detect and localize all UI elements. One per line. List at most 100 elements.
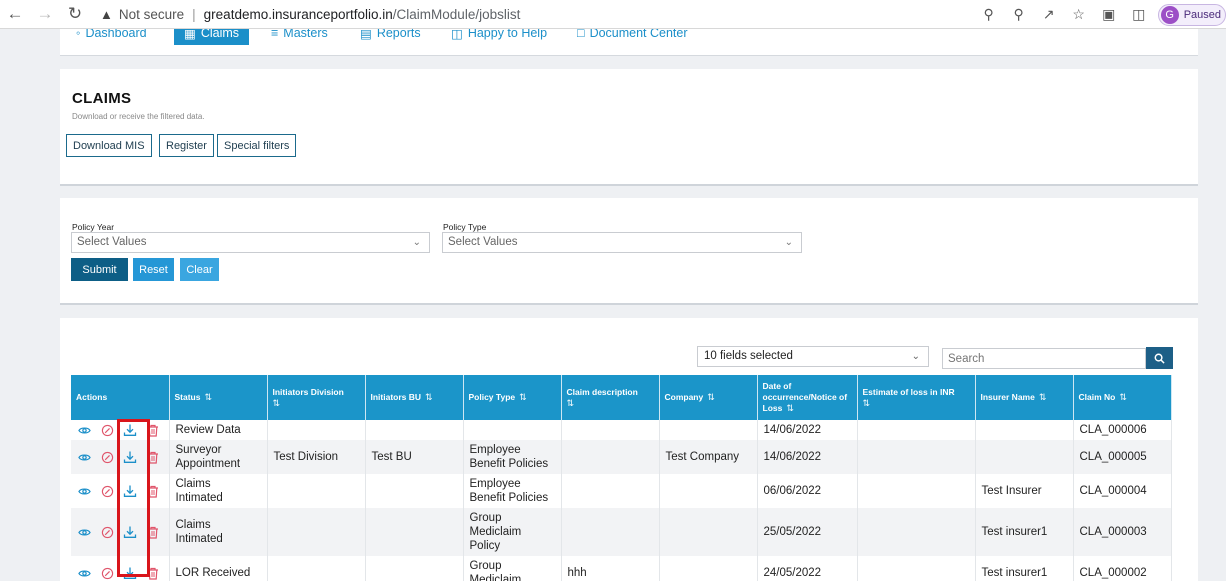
col-policy-type[interactable]: Policy Type ⇅ bbox=[463, 375, 562, 420]
sort-icon: ⇅ bbox=[707, 392, 715, 402]
col-actions: Actions bbox=[71, 375, 170, 420]
cell-claim-no: CLA_000002 bbox=[1073, 556, 1172, 581]
sort-icon: ⇅ bbox=[786, 403, 794, 413]
cell-claim-no: CLA_000005 bbox=[1073, 440, 1172, 474]
nav-happy-to-help[interactable]: ◫ Happy to Help bbox=[451, 29, 547, 45]
cell-insurer: Test insurer1 bbox=[975, 508, 1074, 556]
cell-division bbox=[267, 508, 366, 556]
download-icon[interactable] bbox=[123, 450, 137, 464]
avatar: G bbox=[1160, 5, 1179, 24]
edit-icon[interactable] bbox=[100, 484, 114, 498]
clear-button[interactable]: Clear bbox=[180, 258, 219, 281]
delete-trash-icon[interactable] bbox=[146, 450, 160, 464]
submit-button[interactable]: Submit bbox=[71, 258, 128, 281]
side-panel-icon[interactable]: ◫ bbox=[1124, 0, 1154, 29]
extensions-puzzle-icon[interactable]: ▣ bbox=[1094, 0, 1124, 29]
edit-icon[interactable] bbox=[100, 423, 114, 437]
cell-actions bbox=[71, 474, 170, 508]
search-input[interactable] bbox=[942, 348, 1146, 369]
sort-icon: ⇅ bbox=[425, 392, 433, 402]
col-division[interactable]: Initiators Division ⇅ bbox=[267, 375, 366, 420]
col-bu[interactable]: Initiators BU ⇅ bbox=[365, 375, 464, 420]
download-icon[interactable] bbox=[123, 566, 137, 580]
cell-insurer: Test Insurer bbox=[975, 474, 1074, 508]
masters-icon: ≡ bbox=[271, 29, 279, 40]
col-estimate[interactable]: Estimate of loss in INR ⇅ bbox=[857, 375, 976, 420]
dashboard-icon: ◦ bbox=[76, 29, 81, 40]
address-bar[interactable]: ▲ Not secure | greatdemo.insuranceportfo… bbox=[100, 3, 520, 25]
cell-division bbox=[267, 474, 366, 508]
download-mis-button[interactable]: Download MIS bbox=[66, 134, 152, 157]
chevron-down-icon: ⌄ bbox=[784, 237, 793, 248]
download-icon[interactable] bbox=[123, 525, 137, 539]
nav-claims[interactable]: ▦ Claims bbox=[174, 29, 250, 45]
cell-company bbox=[659, 508, 758, 556]
cell-estimate bbox=[857, 508, 976, 556]
download-icon[interactable] bbox=[123, 423, 137, 437]
nav-masters[interactable]: ≡ Masters bbox=[271, 29, 328, 45]
special-filters-button[interactable]: Special filters bbox=[217, 134, 297, 157]
document-icon: □ bbox=[577, 29, 585, 40]
register-button[interactable]: Register bbox=[159, 134, 214, 157]
cell-division bbox=[267, 556, 366, 581]
page-title: CLAIMS bbox=[72, 90, 132, 107]
cell-bu: Test BU bbox=[365, 440, 464, 474]
cell-claim-no: CLA_000003 bbox=[1073, 508, 1172, 556]
table-row: Claims Intimated Group Mediclaim Policy 25… bbox=[71, 508, 1172, 556]
fields-selector[interactable]: 10 fields selected ⌄ bbox=[697, 346, 929, 367]
cell-actions bbox=[71, 508, 170, 556]
col-claim-description[interactable]: Claim description ⇅ bbox=[561, 375, 660, 420]
share-icon[interactable]: ↗ bbox=[1034, 0, 1064, 29]
sort-icon: ⇅ bbox=[1038, 392, 1047, 402]
key-icon[interactable]: ⚲ bbox=[974, 0, 1004, 29]
edit-icon[interactable] bbox=[100, 566, 114, 580]
cell-insurer bbox=[975, 440, 1074, 474]
view-eye-icon[interactable] bbox=[77, 423, 91, 437]
claims-table-card: 10 fields selected ⌄ Actions Status⇅ Ini… bbox=[60, 318, 1198, 581]
cell-description bbox=[561, 474, 660, 508]
cell-division: Test Division bbox=[267, 440, 366, 474]
cell-date: 14/06/2022 bbox=[757, 420, 858, 440]
delete-trash-icon[interactable] bbox=[146, 484, 160, 498]
view-eye-icon[interactable] bbox=[77, 525, 91, 539]
policy-type-select[interactable]: Select Values ⌄ bbox=[442, 232, 802, 253]
cell-insurer: Test insurer1 bbox=[975, 556, 1074, 581]
profile-status: Paused bbox=[1183, 8, 1221, 21]
view-eye-icon[interactable] bbox=[77, 566, 91, 580]
sort-icon: ⇅ bbox=[566, 397, 575, 408]
delete-trash-icon[interactable] bbox=[146, 525, 160, 539]
cell-status: Review Data bbox=[169, 420, 268, 440]
forward-arrow-icon[interactable]: → bbox=[30, 0, 60, 29]
cell-bu bbox=[365, 420, 464, 440]
col-claim-no[interactable]: Claim No ⇅ bbox=[1073, 375, 1172, 420]
view-eye-icon[interactable] bbox=[77, 450, 91, 464]
nav-dashboard[interactable]: ◦ Dashboard bbox=[76, 29, 147, 45]
cell-insurer bbox=[975, 420, 1074, 440]
edit-icon[interactable] bbox=[100, 525, 114, 539]
sort-icon: ⇅ bbox=[519, 392, 527, 402]
col-company[interactable]: Company ⇅ bbox=[659, 375, 758, 420]
reset-button[interactable]: Reset bbox=[133, 258, 174, 281]
view-eye-icon[interactable] bbox=[77, 484, 91, 498]
bookmark-star-icon[interactable]: ☆ bbox=[1064, 0, 1094, 29]
nav-reports[interactable]: ▤ Reports bbox=[360, 29, 421, 45]
col-date[interactable]: Date of occurrence/Notice of Loss ⇅ bbox=[757, 375, 858, 420]
cell-policy-type: Group Mediclaim bbox=[463, 556, 562, 581]
profile-chip[interactable]: G Paused bbox=[1157, 3, 1226, 26]
cell-date: 24/05/2022 bbox=[757, 556, 858, 581]
nav-document-center[interactable]: □ Document Center bbox=[577, 29, 688, 45]
col-status[interactable]: Status ⇅ bbox=[169, 375, 268, 420]
delete-trash-icon[interactable] bbox=[146, 423, 160, 437]
back-arrow-icon[interactable]: ← bbox=[0, 0, 30, 29]
download-icon[interactable] bbox=[123, 484, 137, 498]
search-icon bbox=[1154, 353, 1165, 364]
zoom-icon[interactable]: ⚲ bbox=[1004, 0, 1034, 29]
search-button[interactable] bbox=[1146, 347, 1173, 369]
col-insurer[interactable]: Insurer Name ⇅ bbox=[975, 375, 1074, 420]
delete-trash-icon[interactable] bbox=[146, 566, 160, 580]
edit-icon[interactable] bbox=[100, 450, 114, 464]
policy-year-select[interactable]: Select Values ⌄ bbox=[71, 232, 430, 253]
reload-icon[interactable]: ↻ bbox=[60, 0, 90, 29]
policy-year-label: Policy Year bbox=[72, 222, 115, 232]
cell-policy-type: Employee Benefit Policies bbox=[463, 440, 562, 474]
